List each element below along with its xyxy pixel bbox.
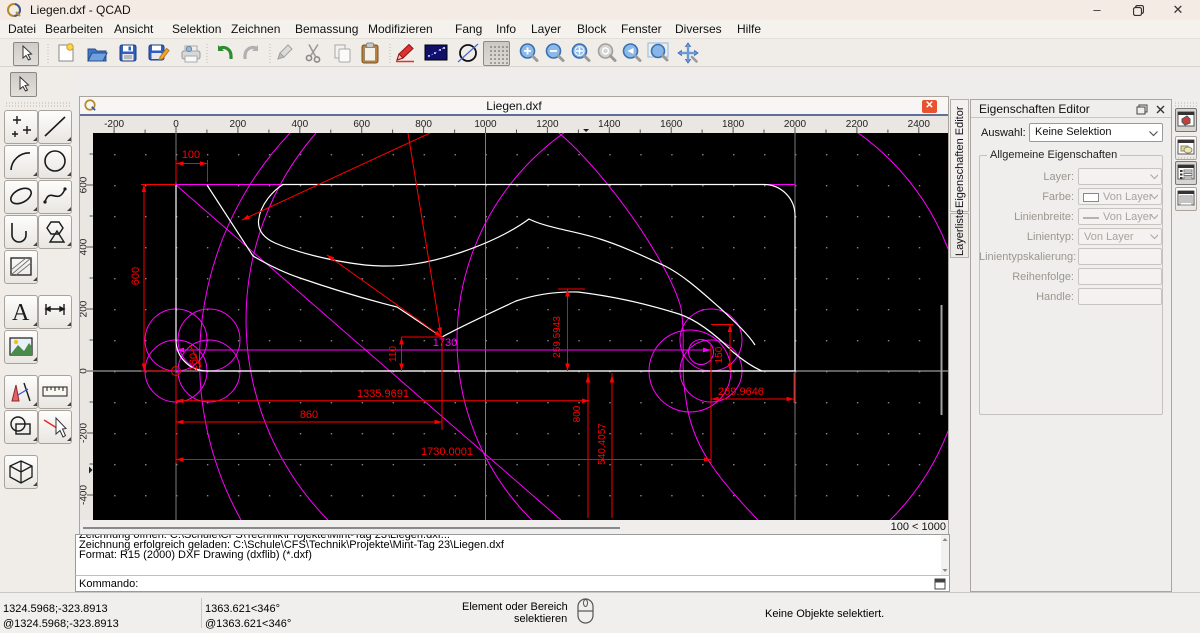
- svg-text:400: 400: [291, 119, 308, 130]
- svg-text:0: 0: [80, 368, 90, 374]
- svg-text:A: A: [12, 300, 30, 326]
- svg-text:1730: 1730: [433, 337, 457, 349]
- svg-text:259.5943: 259.5943: [552, 316, 563, 358]
- svg-text:2200: 2200: [846, 119, 869, 130]
- svg-text:800: 800: [572, 405, 583, 422]
- svg-text:0: 0: [173, 119, 179, 130]
- svg-text:2400: 2400: [908, 119, 931, 130]
- svg-text:1200: 1200: [536, 119, 559, 130]
- svg-text:100: 100: [182, 149, 200, 161]
- svg-text:600: 600: [130, 267, 142, 285]
- svg-text:1600: 1600: [660, 119, 683, 130]
- svg-text:2000: 2000: [784, 119, 807, 130]
- svg-text:200: 200: [80, 300, 90, 317]
- svg-text:1730.0001: 1730.0001: [421, 446, 473, 458]
- svg-text:150: 150: [714, 346, 725, 363]
- svg-text:1000: 1000: [474, 119, 497, 130]
- svg-text:200: 200: [230, 119, 247, 130]
- svg-text:540.4057: 540.4057: [597, 423, 608, 465]
- svg-text:-200: -200: [104, 119, 124, 130]
- svg-text:860: 860: [300, 409, 318, 421]
- svg-text:400: 400: [80, 238, 90, 255]
- svg-text:110: 110: [388, 346, 399, 362]
- svg-text:600: 600: [80, 176, 90, 193]
- svg-text:269.9646: 269.9646: [718, 386, 764, 398]
- svg-text:-400: -400: [80, 485, 90, 505]
- svg-text:1400: 1400: [598, 119, 621, 130]
- svg-text:800: 800: [415, 119, 432, 130]
- svg-text:1335.9691: 1335.9691: [357, 388, 409, 400]
- svg-text:1800: 1800: [722, 119, 745, 130]
- svg-text:600: 600: [353, 119, 370, 130]
- svg-text:-200: -200: [80, 423, 90, 443]
